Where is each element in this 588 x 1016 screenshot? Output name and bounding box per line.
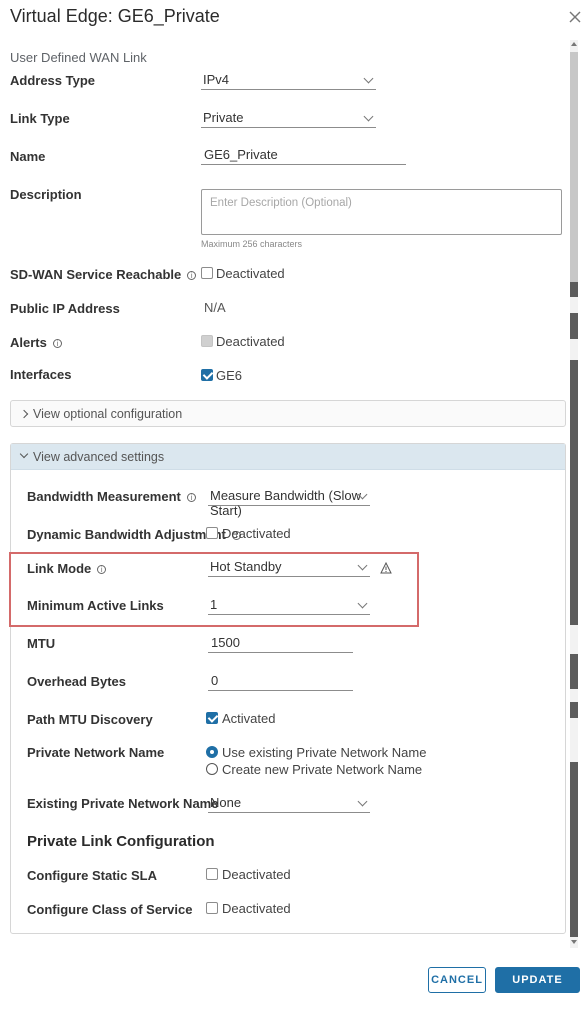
existing-private-network-select[interactable]: None <box>208 793 370 813</box>
address-type-select[interactable]: IPv4 <box>201 70 376 90</box>
scrollbar-segment <box>570 313 578 339</box>
chevron-right-icon <box>19 409 29 419</box>
create-new-radio[interactable] <box>206 763 218 775</box>
min-active-links-select[interactable]: 1 <box>208 595 370 615</box>
scrollbar[interactable] <box>570 40 578 948</box>
interfaces-label: Interfaces <box>10 367 72 382</box>
dynamic-bandwidth-state: Deactivated <box>222 526 291 541</box>
existing-private-network-label: Existing Private Network Name <box>27 796 219 811</box>
advanced-settings-title: View advanced settings <box>33 450 165 464</box>
private-network-name-label: Private Network Name <box>27 745 165 760</box>
public-ip-label: Public IP Address <box>10 301 120 316</box>
scrollbar-segment <box>570 762 578 937</box>
path-mtu-checkbox[interactable] <box>206 712 218 724</box>
link-mode-value: Hot Standby <box>210 559 282 574</box>
warning-icon <box>380 562 392 574</box>
class-of-service-state: Deactivated <box>222 901 291 916</box>
path-mtu-label: Path MTU Discovery <box>27 712 153 727</box>
bandwidth-measurement-label-text: Bandwidth Measurement <box>27 489 181 504</box>
chevron-down-icon <box>357 796 368 807</box>
static-sla-state: Deactivated <box>222 867 291 882</box>
mtu-label: MTU <box>27 636 56 651</box>
chevron-down-icon <box>357 560 368 571</box>
scroll-up-arrow[interactable] <box>571 42 577 46</box>
static-sla-label: Configure Static SLA <box>27 868 158 883</box>
link-type-value: Private <box>203 110 244 125</box>
info-icon: i <box>186 493 196 503</box>
chevron-down-icon <box>19 449 29 459</box>
use-existing-label: Use existing Private Network Name <box>222 745 427 760</box>
scroll-down-arrow[interactable] <box>571 940 577 944</box>
update-link-button[interactable]: UPDATE LINK <box>495 967 580 1010</box>
private-link-heading: Private Link Configuration <box>27 833 215 850</box>
chevron-down-icon <box>363 111 374 122</box>
link-type-label: Link Type <box>10 111 70 126</box>
scrollbar-segment <box>570 654 578 689</box>
scrollbar-segment <box>570 702 578 718</box>
info-icon: i <box>187 271 197 281</box>
description-hint: Maximum 256 characters <box>201 239 303 249</box>
bandwidth-measurement-select[interactable]: Measure Bandwidth (Slow Start) <box>208 486 370 518</box>
section-subtitle: User Defined WAN Link <box>10 50 147 65</box>
overhead-bytes-label: Overhead Bytes <box>27 674 126 689</box>
alerts-label: Alerts i <box>10 335 62 350</box>
class-of-service-checkbox[interactable] <box>206 902 218 914</box>
cancel-button[interactable]: CANCEL <box>428 967 486 993</box>
advanced-settings-header[interactable]: View advanced settings <box>11 444 565 470</box>
link-mode-select[interactable]: Hot Standby <box>208 557 370 577</box>
interface-ge6-checkbox[interactable] <box>201 369 213 381</box>
name-label: Name <box>10 149 46 164</box>
class-of-service-label: Configure Class of Service <box>27 902 193 917</box>
link-type-select[interactable]: Private <box>201 108 376 128</box>
description-textarea[interactable]: Enter Description (Optional) <box>201 189 562 235</box>
mtu-input[interactable]: 1500 <box>208 633 353 653</box>
info-icon: i <box>52 339 62 349</box>
alerts-label-text: Alerts <box>10 335 47 350</box>
interface-ge6-label: GE6 <box>216 368 243 383</box>
sdwan-reachable-checkbox[interactable] <box>201 267 213 279</box>
sdwan-reachable-label: SD-WAN Service Reachable i <box>10 267 197 282</box>
description-label: Description <box>10 187 82 202</box>
existing-private-network-value: None <box>210 795 242 810</box>
sdwan-reachable-label-text: SD-WAN Service Reachable <box>10 267 182 282</box>
dialog-title: Virtual Edge: GE6_Private <box>10 6 220 26</box>
info-icon: i <box>97 565 107 575</box>
optional-config-panel[interactable]: View optional configuration <box>10 400 566 427</box>
scrollbar-segment <box>570 360 578 625</box>
dynamic-bandwidth-checkbox[interactable] <box>206 527 218 539</box>
use-existing-radio[interactable] <box>206 746 218 758</box>
alerts-state: Deactivated <box>216 334 285 349</box>
chevron-down-icon <box>357 598 368 609</box>
link-mode-label-text: Link Mode <box>27 561 92 576</box>
address-type-label: Address Type <box>10 73 96 88</box>
scrollbar-segment <box>570 282 578 297</box>
path-mtu-state: Activated <box>222 711 276 726</box>
alerts-checkbox <box>201 335 213 347</box>
bandwidth-measurement-label: Bandwidth Measurement i <box>27 489 196 504</box>
scrollbar-thumb[interactable] <box>570 52 578 282</box>
close-icon[interactable] <box>566 8 584 26</box>
name-input[interactable]: GE6_Private <box>201 145 406 165</box>
min-active-links-label: Minimum Active Links <box>27 598 164 613</box>
min-active-links-value: 1 <box>210 597 218 612</box>
create-new-label: Create new Private Network Name <box>222 762 423 777</box>
sdwan-reachable-state: Deactivated <box>216 266 285 281</box>
dynamic-bandwidth-label-text: Dynamic Bandwidth Adjustment <box>27 527 226 542</box>
static-sla-checkbox[interactable] <box>206 868 218 880</box>
overhead-bytes-input[interactable]: 0 <box>208 671 353 691</box>
link-mode-label: Link Mode i <box>27 561 107 576</box>
chevron-down-icon <box>363 73 374 84</box>
address-type-value: IPv4 <box>203 72 230 87</box>
optional-config-header: View optional configuration <box>33 407 183 421</box>
public-ip-value: N/A <box>204 300 226 315</box>
